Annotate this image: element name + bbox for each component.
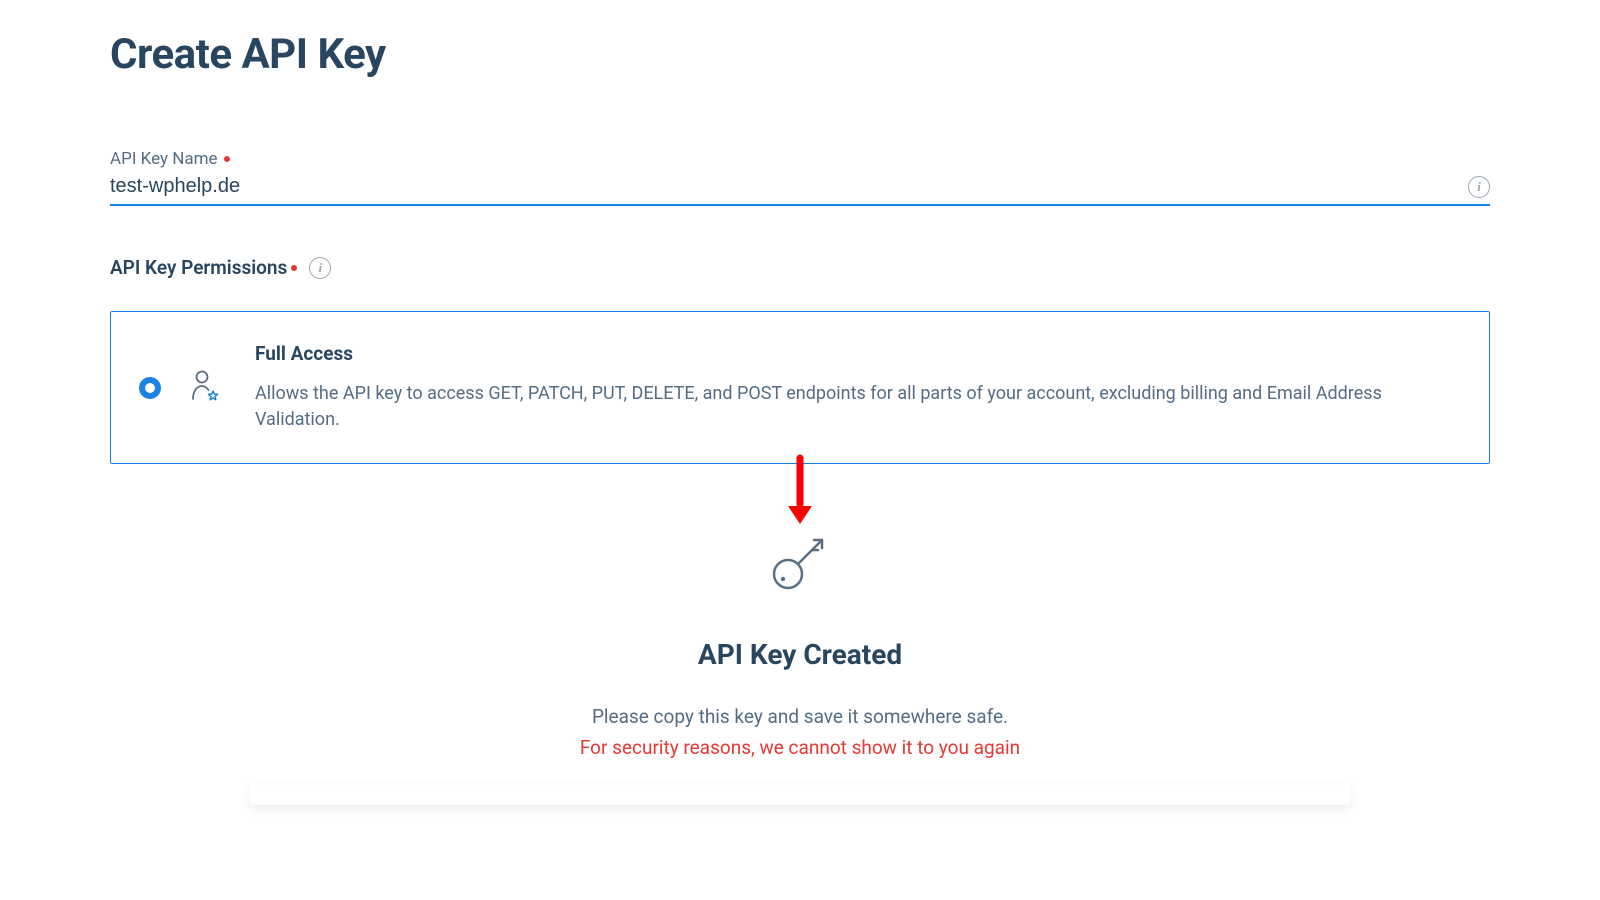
permission-title: Full Access: [255, 342, 1461, 365]
required-dot-icon: [224, 156, 230, 162]
created-title: API Key Created: [110, 638, 1490, 671]
info-icon[interactable]: i: [309, 257, 331, 279]
page-title: Create API Key: [110, 30, 1490, 79]
permission-text-block: Full Access Allows the API key to access…: [255, 342, 1461, 433]
key-display-box: [250, 785, 1350, 805]
permission-full-access-card[interactable]: Full Access Allows the API key to access…: [110, 311, 1490, 464]
api-key-name-label: API Key Name: [110, 149, 1490, 169]
radio-selected-icon[interactable]: [139, 377, 161, 399]
api-key-created-block: API Key Created Please copy this key and…: [110, 452, 1490, 805]
api-key-name-row: i: [110, 175, 1490, 206]
arrow-down-icon: [780, 452, 820, 532]
permission-description: Allows the API key to access GET, PATCH,…: [255, 381, 1461, 433]
user-star-icon: [189, 369, 221, 407]
permissions-label: API Key Permissions i: [110, 256, 1490, 279]
permissions-label-text: API Key Permissions: [110, 256, 287, 279]
info-icon[interactable]: i: [1468, 176, 1490, 198]
created-warning: For security reasons, we cannot show it …: [110, 736, 1490, 759]
required-dot-icon: [291, 265, 297, 271]
key-icon: [764, 526, 836, 598]
api-key-name-input[interactable]: [110, 175, 1468, 198]
api-key-name-label-text: API Key Name: [110, 149, 218, 169]
created-message: Please copy this key and save it somewhe…: [110, 705, 1490, 728]
